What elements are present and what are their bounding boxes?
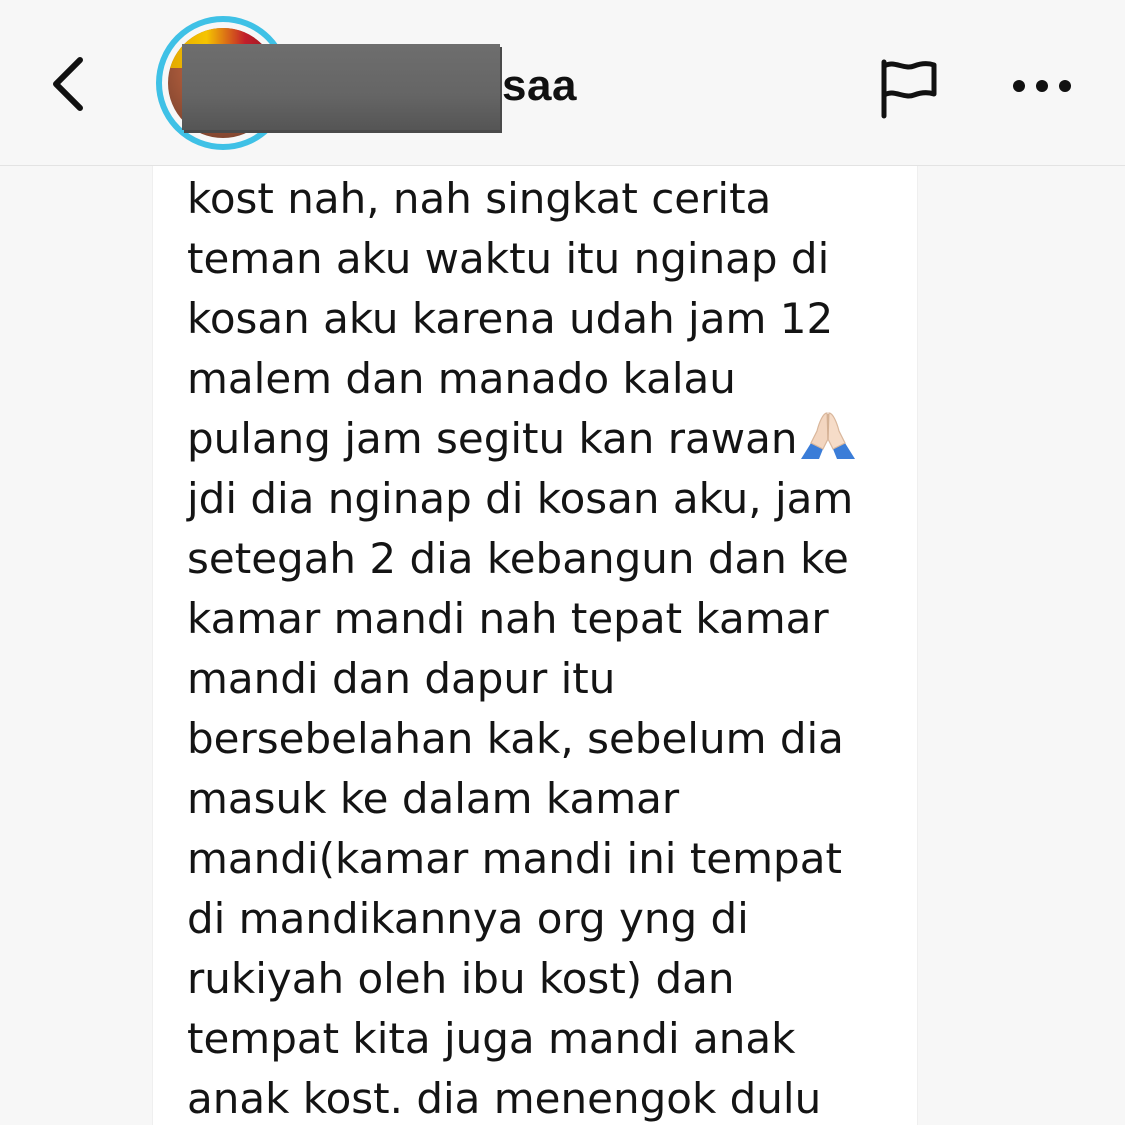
folded-hands-emoji	[801, 412, 856, 459]
back-button[interactable]	[40, 50, 96, 118]
message-line: bersebelahan kak, sebelum dia	[187, 714, 844, 763]
message-line: tempat kita juga mandi anak	[187, 1014, 796, 1063]
message-line-text: pulang jam segitu kan rawan	[187, 414, 798, 463]
message-line: kamar mandi nah tepat kamar	[187, 594, 829, 643]
dm-screen: saa kost nah, nah singkat cerita teman a…	[0, 0, 1125, 1125]
report-button[interactable]	[872, 52, 944, 124]
message-line: teman aku waktu itu nginap di	[187, 234, 830, 283]
message-line: setegah 2 dia kebangun dan ke	[187, 534, 849, 583]
message-line: kosan aku karena udah jam 12	[187, 294, 834, 343]
username-redaction-block	[182, 44, 500, 130]
message-line: anak kost. dia menengok dulu	[187, 1074, 822, 1123]
message-line: mandi(kamar mandi ini tempat	[187, 834, 842, 883]
chevron-left-icon	[53, 57, 83, 111]
message-line: rukiyah oleh ibu kost) dan	[187, 954, 735, 1003]
message-line: mandi dan dapur itu	[187, 654, 616, 703]
message-text: kost nah, nah singkat cerita teman aku w…	[187, 166, 917, 1125]
message-line: malem dan manado kalau	[187, 354, 736, 403]
message-line: kost nah, nah singkat cerita	[187, 174, 772, 223]
more-options-button[interactable]	[1004, 60, 1080, 112]
chat-header: saa	[0, 0, 1125, 166]
message-line: masuk ke dalam kamar	[187, 774, 680, 823]
message-line: jdi dia nginap di kosan aku, jam	[187, 474, 854, 523]
flag-icon	[881, 59, 937, 119]
username[interactable]: saa	[502, 58, 577, 114]
message-line-with-emoji: pulang jam segitu kan rawan	[187, 409, 917, 469]
message-bubble[interactable]: kost nah, nah singkat cerita teman aku w…	[152, 166, 918, 1125]
message-line: di mandikannya org yng di	[187, 894, 749, 943]
more-horizontal-icon	[1013, 80, 1071, 92]
